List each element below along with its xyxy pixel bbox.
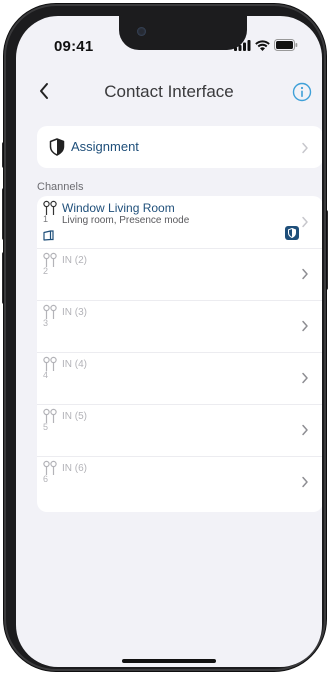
channels-section-header: Channels — [37, 181, 84, 193]
channel-row[interactable]: 2 IN (2) — [37, 248, 322, 300]
channel-title: IN (6) — [62, 463, 87, 474]
info-circle-icon — [292, 82, 312, 102]
channel-number: 4 — [43, 370, 49, 380]
channels-list: 1 Window Living Room Living room, Presen… — [37, 196, 322, 512]
channel-number: 3 — [43, 318, 49, 328]
channel-row[interactable]: 5 IN (5) — [37, 404, 322, 456]
front-camera — [137, 27, 146, 36]
info-button[interactable] — [292, 82, 312, 102]
chevron-right-icon — [302, 268, 308, 280]
channel-row[interactable]: 3 IN (3) — [37, 300, 322, 352]
channel-row[interactable]: 6 IN (6) — [37, 456, 322, 508]
status-time: 09:41 — [54, 38, 94, 55]
channel-row[interactable]: 1 Window Living Room Living room, Presen… — [37, 196, 322, 248]
chevron-right-icon — [302, 424, 308, 436]
page-title: Contact Interface — [104, 82, 234, 101]
channel-title: Window Living Room — [62, 201, 175, 215]
chevron-right-icon — [302, 320, 308, 332]
channel-number: 1 — [43, 214, 49, 224]
channel-title: IN (5) — [62, 411, 87, 422]
channel-number: 6 — [43, 474, 49, 484]
channel-title: IN (4) — [62, 359, 87, 370]
home-indicator[interactable] — [122, 659, 216, 663]
chevron-right-icon — [302, 142, 308, 154]
chevron-right-icon — [302, 476, 308, 488]
status-icons — [234, 39, 298, 51]
channel-title: IN (3) — [62, 307, 87, 318]
phone-frame: 09:41 Contact Interface Assignment Chann… — [4, 4, 326, 671]
battery-icon — [274, 39, 298, 51]
app-stage: 09:41 Contact Interface Assignment Chann… — [0, 0, 330, 675]
chevron-right-icon — [302, 372, 308, 384]
chevron-right-icon — [302, 216, 308, 228]
app-screen: 09:41 Contact Interface Assignment Chann… — [16, 16, 322, 667]
assignment-row[interactable]: Assignment — [37, 126, 322, 168]
shield-badge — [285, 226, 299, 240]
window-icon — [43, 230, 54, 241]
assignment-label: Assignment — [71, 139, 139, 154]
channel-row[interactable]: 4 IN (4) — [37, 352, 322, 404]
channel-number: 5 — [43, 422, 49, 432]
channel-title: IN (2) — [62, 255, 87, 266]
wifi-icon — [255, 39, 270, 51]
channel-number: 2 — [43, 266, 49, 276]
channel-subtitle: Living room, Presence mode — [62, 215, 190, 226]
cellular-signal-icon — [234, 39, 251, 51]
notch — [119, 16, 247, 50]
shield-icon — [288, 228, 296, 238]
shield-icon — [49, 138, 65, 156]
